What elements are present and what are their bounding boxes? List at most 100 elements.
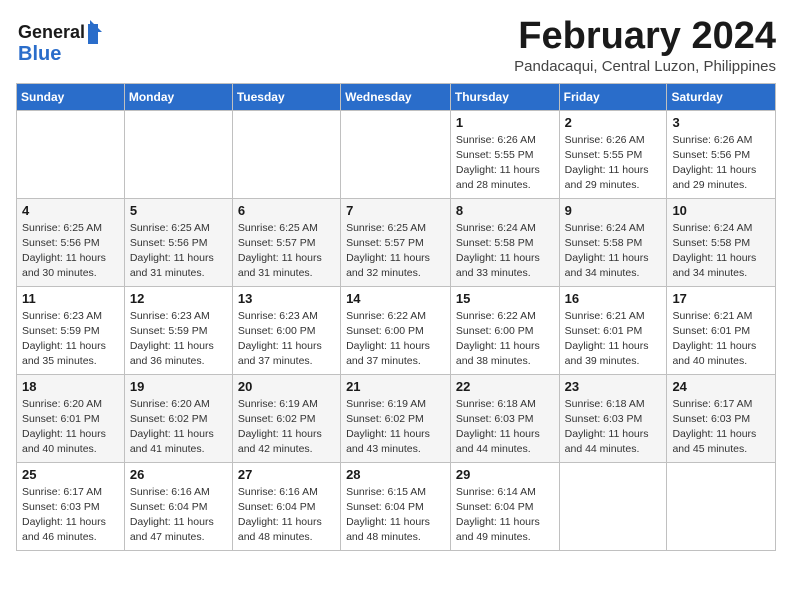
page-header: General Blue February 2024 Pandacaqui, C… bbox=[16, 16, 776, 75]
svg-text:Blue: Blue bbox=[18, 43, 61, 65]
day-number: 4 bbox=[22, 203, 119, 218]
table-row: 5 Sunrise: 6:25 AM Sunset: 5:56 PM Daylig… bbox=[124, 198, 232, 286]
logo: General Blue bbox=[16, 16, 106, 71]
day-info: Sunrise: 6:20 AM Sunset: 6:02 PM Dayligh… bbox=[130, 397, 227, 458]
day-info: Sunrise: 6:19 AM Sunset: 6:02 PM Dayligh… bbox=[346, 397, 445, 458]
day-number: 9 bbox=[565, 203, 662, 218]
day-number: 22 bbox=[456, 379, 554, 394]
day-info: Sunrise: 6:16 AM Sunset: 6:04 PM Dayligh… bbox=[130, 485, 227, 546]
day-number: 26 bbox=[130, 467, 227, 482]
day-info: Sunrise: 6:23 AM Sunset: 5:59 PM Dayligh… bbox=[130, 309, 227, 370]
table-row: 15Sunrise: 6:22 AM Sunset: 6:00 PM Dayli… bbox=[450, 286, 559, 374]
header-thursday: Thursday bbox=[450, 83, 559, 110]
table-row bbox=[559, 462, 667, 550]
day-number: 6 bbox=[238, 203, 335, 218]
table-row: 28Sunrise: 6:15 AM Sunset: 6:04 PM Dayli… bbox=[341, 462, 451, 550]
table-row: 10Sunrise: 6:24 AM Sunset: 5:58 PM Dayli… bbox=[667, 198, 776, 286]
header-monday: Monday bbox=[124, 83, 232, 110]
table-row: 29 Sunrise: 6:14 AM Sunset: 6:04 PM Dayli… bbox=[450, 462, 559, 550]
table-row: 18Sunrise: 6:20 AM Sunset: 6:01 PM Dayli… bbox=[17, 374, 125, 462]
day-number: 23 bbox=[565, 379, 662, 394]
table-row: 20Sunrise: 6:19 AM Sunset: 6:02 PM Dayli… bbox=[232, 374, 340, 462]
day-info: Sunrise: 6:17 AM Sunset: 6:03 PM Dayligh… bbox=[672, 397, 770, 458]
table-row: 16 Sunrise: 6:21 AM Sunset: 6:01 PM Dayli… bbox=[559, 286, 667, 374]
day-info: Sunrise: 6:26 AM Sunset: 5:55 PM Dayligh… bbox=[456, 133, 554, 194]
day-info: Sunrise: 6:14 AM Sunset: 6:04 PM Dayligh… bbox=[456, 485, 554, 546]
calendar-week-row: 25 Sunrise: 6:17 AM Sunset: 6:03 PM Dayli… bbox=[17, 462, 776, 550]
table-row: 14 Sunrise: 6:22 AM Sunset: 6:00 PM Dayli… bbox=[341, 286, 451, 374]
header-saturday: Saturday bbox=[667, 83, 776, 110]
day-number: 11 bbox=[22, 291, 119, 306]
day-info: Sunrise: 6:19 AM Sunset: 6:02 PM Dayligh… bbox=[238, 397, 335, 458]
day-number: 1 bbox=[456, 115, 554, 130]
header-friday: Friday bbox=[559, 83, 667, 110]
table-row: 25 Sunrise: 6:17 AM Sunset: 6:03 PM Dayli… bbox=[17, 462, 125, 550]
day-info: Sunrise: 6:18 AM Sunset: 6:03 PM Dayligh… bbox=[456, 397, 554, 458]
day-info: Sunrise: 6:25 AM Sunset: 5:56 PM Dayligh… bbox=[22, 221, 119, 282]
table-row: 26 Sunrise: 6:16 AM Sunset: 6:04 PM Dayli… bbox=[124, 462, 232, 550]
day-info: Sunrise: 6:15 AM Sunset: 6:04 PM Dayligh… bbox=[346, 485, 445, 546]
day-number: 29 bbox=[456, 467, 554, 482]
day-number: 15 bbox=[456, 291, 554, 306]
calendar-title: February 2024 bbox=[514, 16, 776, 58]
day-info: Sunrise: 6:20 AM Sunset: 6:01 PM Dayligh… bbox=[22, 397, 119, 458]
table-row: 21Sunrise: 6:19 AM Sunset: 6:02 PM Dayli… bbox=[341, 374, 451, 462]
day-info: Sunrise: 6:25 AM Sunset: 5:56 PM Dayligh… bbox=[130, 221, 227, 282]
day-info: Sunrise: 6:23 AM Sunset: 5:59 PM Dayligh… bbox=[22, 309, 119, 370]
day-info: Sunrise: 6:18 AM Sunset: 6:03 PM Dayligh… bbox=[565, 397, 662, 458]
day-number: 17 bbox=[672, 291, 770, 306]
day-number: 16 bbox=[565, 291, 662, 306]
table-row: 1 Sunrise: 6:26 AM Sunset: 5:55 PM Daylig… bbox=[450, 110, 559, 198]
day-number: 8 bbox=[456, 203, 554, 218]
table-row: 6 Sunrise: 6:25 AM Sunset: 5:57 PM Daylig… bbox=[232, 198, 340, 286]
day-number: 2 bbox=[565, 115, 662, 130]
calendar-week-row: 4 Sunrise: 6:25 AM Sunset: 5:56 PM Daylig… bbox=[17, 198, 776, 286]
day-info: Sunrise: 6:26 AM Sunset: 5:55 PM Dayligh… bbox=[565, 133, 662, 194]
table-row bbox=[232, 110, 340, 198]
table-row: 17Sunrise: 6:21 AM Sunset: 6:01 PM Dayli… bbox=[667, 286, 776, 374]
table-row: 8 Sunrise: 6:24 AM Sunset: 5:58 PM Daylig… bbox=[450, 198, 559, 286]
calendar-week-row: 11 Sunrise: 6:23 AM Sunset: 5:59 PM Dayli… bbox=[17, 286, 776, 374]
day-number: 14 bbox=[346, 291, 445, 306]
table-row bbox=[341, 110, 451, 198]
day-info: Sunrise: 6:24 AM Sunset: 5:58 PM Dayligh… bbox=[565, 221, 662, 282]
day-number: 5 bbox=[130, 203, 227, 218]
day-info: Sunrise: 6:26 AM Sunset: 5:56 PM Dayligh… bbox=[672, 133, 770, 194]
title-area: February 2024 Pandacaqui, Central Luzon,… bbox=[514, 16, 776, 75]
table-row bbox=[17, 110, 125, 198]
calendar-week-row: 1 Sunrise: 6:26 AM Sunset: 5:55 PM Daylig… bbox=[17, 110, 776, 198]
day-info: Sunrise: 6:25 AM Sunset: 5:57 PM Dayligh… bbox=[346, 221, 445, 282]
header-sunday: Sunday bbox=[17, 83, 125, 110]
day-number: 10 bbox=[672, 203, 770, 218]
day-number: 13 bbox=[238, 291, 335, 306]
header-tuesday: Tuesday bbox=[232, 83, 340, 110]
day-number: 25 bbox=[22, 467, 119, 482]
table-row: 9 Sunrise: 6:24 AM Sunset: 5:58 PM Daylig… bbox=[559, 198, 667, 286]
table-row: 13 Sunrise: 6:23 AM Sunset: 6:00 PM Dayli… bbox=[232, 286, 340, 374]
table-row: 27 Sunrise: 6:16 AM Sunset: 6:04 PM Dayli… bbox=[232, 462, 340, 550]
table-row: 22 Sunrise: 6:18 AM Sunset: 6:03 PM Dayli… bbox=[450, 374, 559, 462]
logo-icon: General Blue bbox=[16, 16, 106, 66]
day-info: Sunrise: 6:25 AM Sunset: 5:57 PM Dayligh… bbox=[238, 221, 335, 282]
table-row: 11 Sunrise: 6:23 AM Sunset: 5:59 PM Dayli… bbox=[17, 286, 125, 374]
day-info: Sunrise: 6:23 AM Sunset: 6:00 PM Dayligh… bbox=[238, 309, 335, 370]
day-info: Sunrise: 6:17 AM Sunset: 6:03 PM Dayligh… bbox=[22, 485, 119, 546]
calendar-table: Sunday Monday Tuesday Wednesday Thursday… bbox=[16, 83, 776, 551]
day-number: 24 bbox=[672, 379, 770, 394]
table-row: 24 Sunrise: 6:17 AM Sunset: 6:03 PM Dayli… bbox=[667, 374, 776, 462]
table-row: 4 Sunrise: 6:25 AM Sunset: 5:56 PM Daylig… bbox=[17, 198, 125, 286]
day-number: 27 bbox=[238, 467, 335, 482]
table-row: 3Sunrise: 6:26 AM Sunset: 5:56 PM Daylig… bbox=[667, 110, 776, 198]
day-number: 7 bbox=[346, 203, 445, 218]
table-row bbox=[667, 462, 776, 550]
table-row: 7 Sunrise: 6:25 AM Sunset: 5:57 PM Daylig… bbox=[341, 198, 451, 286]
day-info: Sunrise: 6:16 AM Sunset: 6:04 PM Dayligh… bbox=[238, 485, 335, 546]
table-row: 12Sunrise: 6:23 AM Sunset: 5:59 PM Dayli… bbox=[124, 286, 232, 374]
day-info: Sunrise: 6:21 AM Sunset: 6:01 PM Dayligh… bbox=[565, 309, 662, 370]
day-info: Sunrise: 6:24 AM Sunset: 5:58 PM Dayligh… bbox=[456, 221, 554, 282]
day-info: Sunrise: 6:22 AM Sunset: 6:00 PM Dayligh… bbox=[346, 309, 445, 370]
table-row bbox=[124, 110, 232, 198]
table-row: 19Sunrise: 6:20 AM Sunset: 6:02 PM Dayli… bbox=[124, 374, 232, 462]
header-wednesday: Wednesday bbox=[341, 83, 451, 110]
table-row: 2 Sunrise: 6:26 AM Sunset: 5:55 PM Daylig… bbox=[559, 110, 667, 198]
